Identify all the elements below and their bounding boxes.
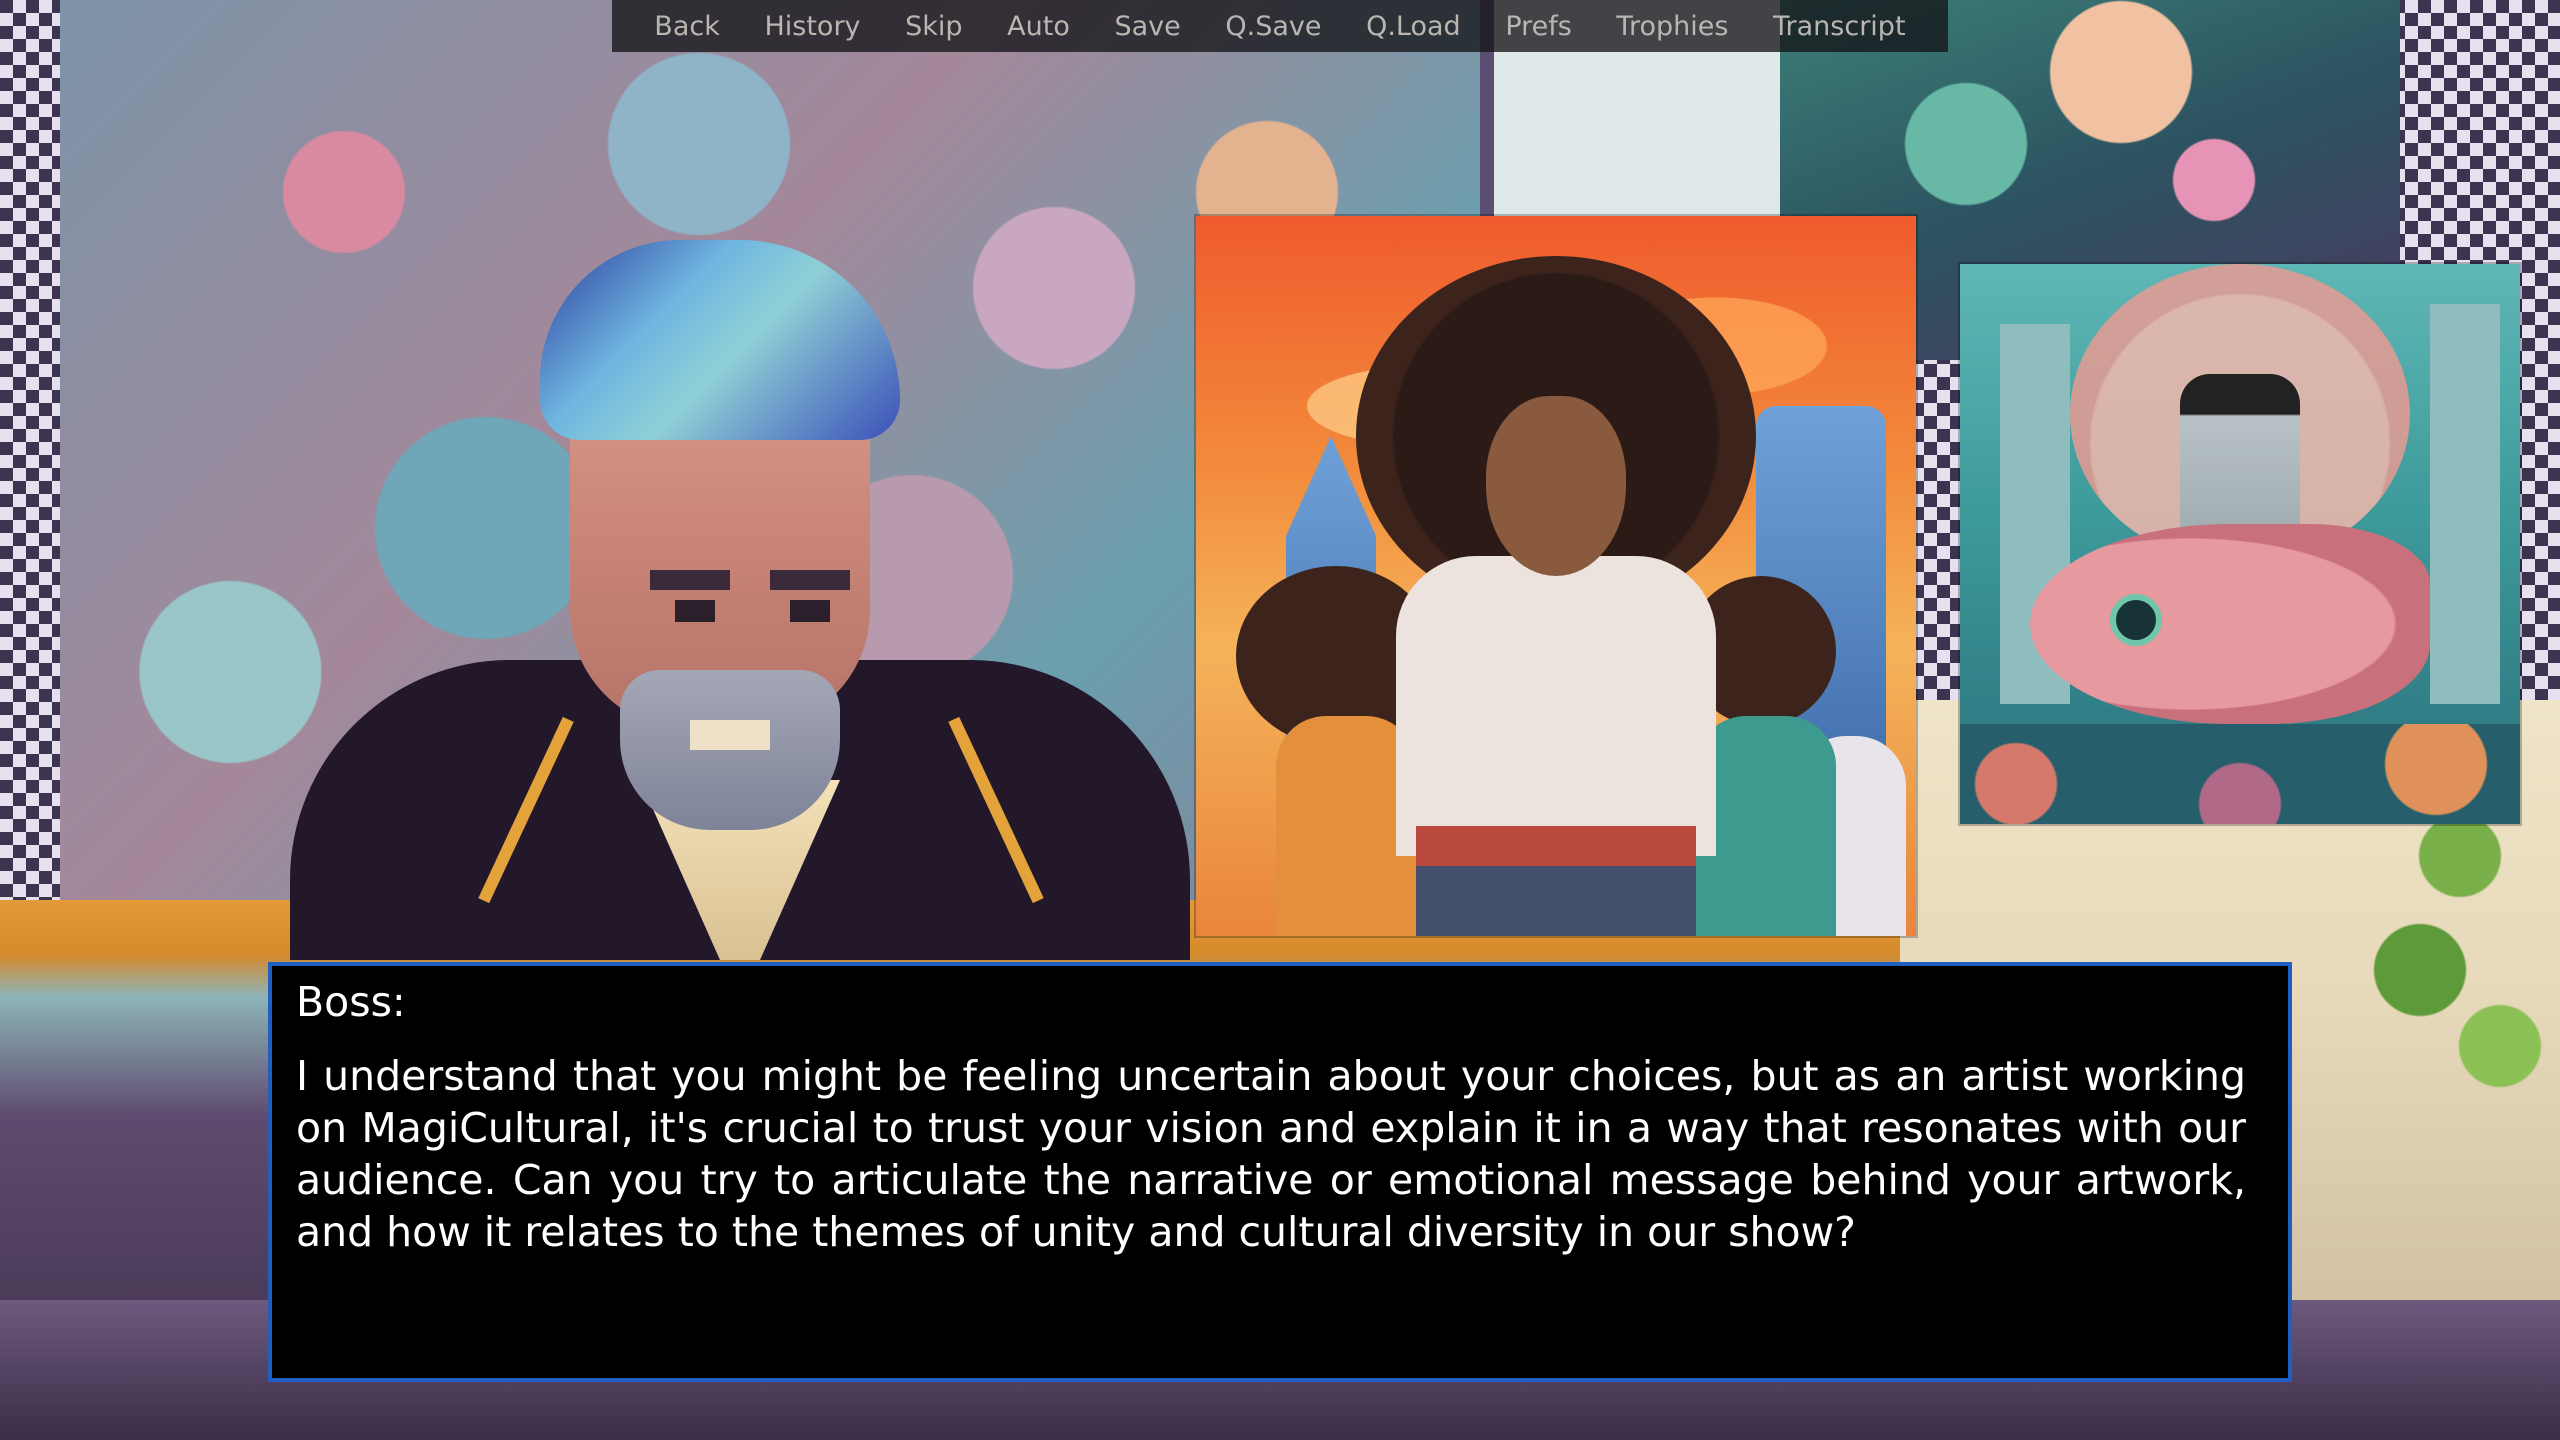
prefs-button[interactable]: Prefs xyxy=(1499,11,1578,42)
character-brow-right xyxy=(770,570,850,590)
quick-save-button[interactable]: Q.Save xyxy=(1219,11,1327,42)
dialogue-text: I understand that you might be feeling u… xyxy=(296,1052,2246,1256)
trophies-button[interactable]: Trophies xyxy=(1610,11,1734,42)
transcript-button[interactable]: Transcript xyxy=(1767,11,1912,42)
background-plant xyxy=(2360,780,2560,1160)
back-button[interactable]: Back xyxy=(648,11,726,42)
artwork-image-group-portrait xyxy=(1196,216,1916,936)
artwork-fish xyxy=(2030,524,2430,724)
quick-menu-bar: Back History Skip Auto Save Q.Save Q.Loa… xyxy=(612,0,1948,52)
artwork-figure-left-body xyxy=(1276,716,1416,936)
speaker-name: Boss: xyxy=(296,978,406,1026)
quick-load-button[interactable]: Q.Load xyxy=(1360,11,1467,42)
artwork-fish-eye xyxy=(2110,594,2162,646)
artwork-tower-right xyxy=(2430,304,2500,704)
save-button[interactable]: Save xyxy=(1108,11,1186,42)
dialogue-box[interactable]: Boss: I understand that you might be fee… xyxy=(268,962,2292,1382)
auto-button[interactable]: Auto xyxy=(1001,11,1076,42)
artwork-image-fish-rider xyxy=(1960,264,2520,824)
history-button[interactable]: History xyxy=(758,11,866,42)
character-eye-left xyxy=(675,600,715,622)
artwork-figure-right-body xyxy=(1696,716,1836,936)
artwork-figure-main-jeans xyxy=(1416,866,1696,936)
character-mouth xyxy=(690,720,770,750)
artwork-figure-main-shirt xyxy=(1396,556,1716,856)
artwork-figure-main-face xyxy=(1486,396,1626,576)
skip-button[interactable]: Skip xyxy=(899,11,968,42)
artwork-figure-main-belt xyxy=(1416,826,1696,866)
character-eye-right xyxy=(790,600,830,622)
character-brow-left xyxy=(650,570,730,590)
artwork-coral-reef xyxy=(1960,724,2520,824)
game-scene[interactable]: Back History Skip Auto Save Q.Save Q.Loa… xyxy=(0,0,2560,1440)
character-beard xyxy=(620,670,840,830)
character-hair xyxy=(540,240,900,440)
boss-character-sprite xyxy=(290,240,1190,960)
